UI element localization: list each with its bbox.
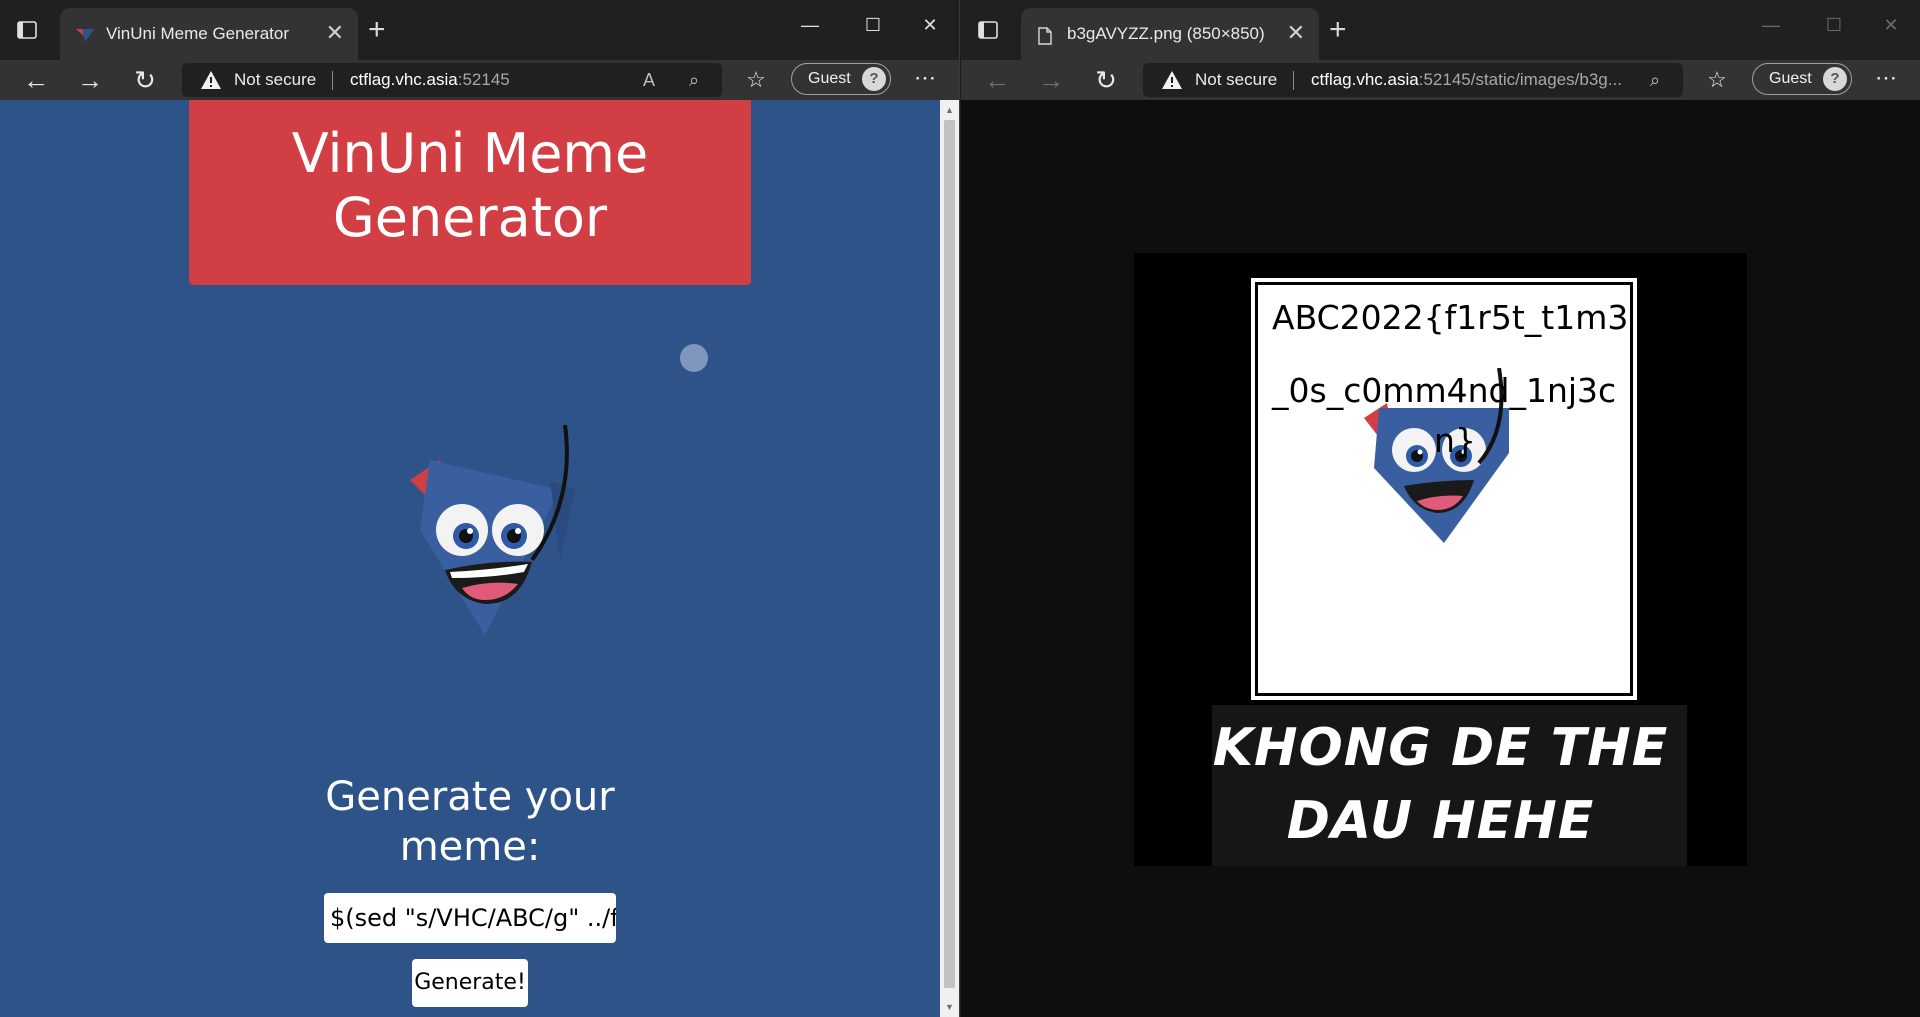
read-aloud-icon[interactable]: A [637, 68, 661, 92]
maximize-icon[interactable]: ☐ [848, 10, 898, 40]
generate-heading: Generate your meme: [325, 774, 615, 870]
back-icon[interactable]: ← [979, 62, 1015, 98]
security-label[interactable]: Not secure [1195, 70, 1277, 90]
maximize-icon[interactable]: ☐ [1809, 10, 1859, 40]
meme-image: ABC2022{f1r5t_t1m3 _0s_c0mm4nd_1nj3c n} … [1134, 253, 1747, 866]
mascot-image [410, 424, 575, 635]
zoom-icon[interactable]: ⌕ [1643, 68, 1667, 92]
more-icon[interactable]: ⋯ [908, 64, 942, 96]
forward-icon[interactable]: → [1033, 62, 1069, 98]
left-browser-window: VinUni Meme Generator ✕ + — ☐ ✕ ← → ↻ No… [0, 0, 960, 1017]
favorites-icon[interactable]: ☆ [738, 62, 774, 98]
refresh-icon[interactable]: ↻ [127, 62, 163, 98]
close-icon[interactable]: ✕ [326, 22, 344, 44]
caption-line-1: KHONG DE THE [1212, 718, 1669, 778]
zoom-icon[interactable]: ⌕ [682, 68, 706, 92]
scroll-down-icon[interactable]: ▼ [940, 999, 959, 1015]
refresh-icon[interactable]: ↻ [1088, 62, 1124, 98]
tab-title: b3gAVYZZ.png (850×850) [1067, 24, 1265, 43]
url-text[interactable]: ctflag.vhc.asia:52145/static/images/b3g.… [1311, 70, 1622, 90]
generate-button[interactable]: Generate! [412, 959, 528, 1007]
window-close-icon[interactable]: ✕ [1866, 10, 1916, 40]
right-browser-window: b3gAVYZZ.png (850×850) ✕ + — ☐ ✕ ← → ↻ N… [961, 0, 1920, 1017]
scrollbar-thumb[interactable] [944, 120, 955, 988]
tab-title: VinUni Meme Generator [106, 24, 289, 43]
page-title: VinUni Meme Generator [291, 122, 649, 249]
flag-text-line-3: n} [1434, 421, 1476, 460]
caption-line-2: DAU HEHE [1286, 791, 1595, 851]
new-tab-icon[interactable]: + [1329, 12, 1347, 48]
separator [332, 71, 333, 90]
guest-label: Guest [808, 70, 851, 87]
scroll-up-icon[interactable]: ▲ [940, 102, 959, 118]
guest-profile-button[interactable]: Guest ? [791, 63, 891, 95]
vertical-scrollbar[interactable]: ▲ ▼ [940, 100, 959, 1017]
back-icon[interactable]: ← [18, 62, 54, 98]
warning-icon[interactable] [200, 70, 222, 90]
separator [1293, 71, 1294, 90]
warning-icon[interactable] [1161, 70, 1183, 90]
vinuni-favicon [76, 27, 94, 43]
more-icon[interactable]: ⋯ [1869, 64, 1903, 96]
flag-text-line-2: _0s_c0mm4nd_1nj3c [1272, 371, 1617, 410]
tab-vinuni[interactable]: VinUni Meme Generator ✕ [60, 8, 358, 60]
url-text[interactable]: ctflag.vhc.asia:52145 [350, 70, 510, 90]
tab-strip: VinUni Meme Generator ✕ + — ☐ ✕ [0, 0, 959, 60]
guest-label: Guest [1769, 70, 1812, 87]
guest-avatar-icon: ? [862, 67, 886, 91]
tab-image[interactable]: b3gAVYZZ.png (850×850) ✕ [1021, 8, 1319, 60]
meme-text-input[interactable]: $(sed "s/VHC/ABC/g" ../flag [324, 893, 616, 943]
favorites-icon[interactable]: ☆ [1699, 62, 1735, 98]
image-viewer: ABC2022{f1r5t_t1m3 _0s_c0mm4nd_1nj3c n} … [961, 100, 1920, 1017]
flag-text-line-1: ABC2022{f1r5t_t1m3 [1272, 298, 1629, 337]
address-bar[interactable]: Not secure ctflag.vhc.asia:52145/static/… [1143, 63, 1683, 97]
file-icon [1037, 27, 1055, 45]
guest-profile-button[interactable]: Guest ? [1752, 63, 1852, 95]
meme-generator-page: VinUni Meme Generator Generate your meme… [0, 100, 940, 1017]
address-bar[interactable]: Not secure ctflag.vhc.asia:52145 A ⌕ [182, 63, 722, 97]
toolbar: ← → ↻ Not secure ctflag.vhc.asia:52145 A… [0, 60, 959, 100]
minimize-icon[interactable]: — [1746, 10, 1796, 40]
visual-search-icon[interactable] [680, 344, 708, 372]
toolbar: ← → ↻ Not secure ctflag.vhc.asia:52145/s… [961, 60, 1920, 100]
close-icon[interactable]: ✕ [1287, 22, 1305, 44]
tab-actions-icon[interactable] [975, 17, 1001, 43]
window-close-icon[interactable]: ✕ [905, 10, 955, 40]
hero-banner: VinUni Meme Generator [189, 100, 751, 285]
tab-actions-icon[interactable] [14, 17, 40, 43]
new-tab-icon[interactable]: + [368, 12, 386, 48]
security-label[interactable]: Not secure [234, 70, 316, 90]
tab-strip: b3gAVYZZ.png (850×850) ✕ + — ☐ ✕ [961, 0, 1920, 60]
forward-icon[interactable]: → [72, 62, 108, 98]
guest-avatar-icon: ? [1823, 67, 1847, 91]
minimize-icon[interactable]: — [785, 10, 835, 40]
